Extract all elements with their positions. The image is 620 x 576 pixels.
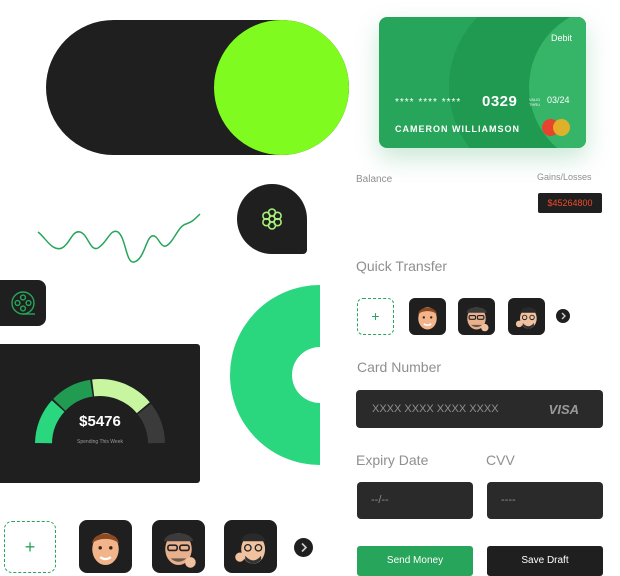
- memoji-avatar-icon: [466, 307, 489, 332]
- send-money-button[interactable]: Send Money: [357, 546, 473, 576]
- card-type: Debit: [550, 33, 572, 43]
- chevron-right-icon: [301, 542, 308, 553]
- gauge-caption: Spending This Week: [77, 439, 123, 445]
- half-donut-shape: [230, 285, 320, 465]
- card-valid-thru: VALID THRU: [529, 97, 541, 107]
- settings-drop-button[interactable]: [237, 184, 307, 254]
- card-masked-digits: **** **** ****: [395, 97, 462, 108]
- gains-label: Gains/Losses: [537, 172, 592, 182]
- contact-avatar-large-1[interactable]: [79, 520, 132, 573]
- add-contact-button-large[interactable]: +: [4, 521, 56, 573]
- sparkline-chart: [37, 213, 201, 263]
- mastercard-logo-yellow: [553, 119, 570, 136]
- gauge-value: $5476: [79, 413, 121, 430]
- toggle-knob[interactable]: [214, 20, 349, 155]
- contact-avatar-3[interactable]: [508, 298, 545, 335]
- memoji-avatar-icon: [418, 307, 437, 330]
- visa-logo: VISA: [548, 402, 579, 417]
- film-reel-button[interactable]: [0, 280, 46, 326]
- next-contacts-button-large[interactable]: [294, 538, 313, 557]
- gains-badge: $45264800: [538, 193, 602, 213]
- debit-card: Debit **** **** **** 0329 VALID THRU 03/…: [379, 17, 586, 148]
- expiry-date-input[interactable]: --/--: [357, 482, 473, 519]
- card-holder-name: CAMERON WILLIAMSON: [395, 124, 520, 134]
- memoji-avatar-icon: [235, 533, 266, 564]
- film-reel-icon: [11, 291, 35, 315]
- cvv-input[interactable]: ----: [487, 482, 603, 519]
- card-last-digits: 0329: [482, 93, 518, 110]
- save-draft-button[interactable]: Save Draft: [487, 546, 603, 576]
- card-number-label: Card Number: [357, 359, 442, 375]
- contact-avatar-2[interactable]: [458, 298, 495, 335]
- contact-avatar-large-3[interactable]: [224, 520, 277, 573]
- gauge-segment-3: [92, 379, 150, 414]
- add-contact-button[interactable]: +: [357, 298, 394, 335]
- balance-label: Balance: [356, 174, 393, 185]
- memoji-avatar-icon: [92, 533, 119, 566]
- quick-transfer-title: Quick Transfer: [356, 258, 448, 274]
- cvv-placeholder: ----: [501, 494, 516, 506]
- expiry-date-label: Expiry Date: [356, 452, 429, 468]
- card-expiry: 03/24: [547, 95, 570, 105]
- card-number-placeholder: XXXX XXXX XXXX XXXX: [372, 403, 499, 415]
- contact-avatar-1[interactable]: [409, 298, 446, 335]
- chevron-right-icon: [561, 312, 566, 320]
- card-number-input[interactable]: XXXX XXXX XXXX XXXX VISA: [356, 390, 603, 428]
- memoji-avatar-icon: [163, 533, 196, 568]
- flower-gear-icon: [262, 208, 282, 230]
- gauge-segment-2: [53, 379, 93, 411]
- expiry-placeholder: --/--: [371, 494, 389, 506]
- contact-avatar-large-2[interactable]: [152, 520, 205, 573]
- next-contacts-button[interactable]: [556, 309, 570, 323]
- cvv-label: CVV: [486, 452, 515, 468]
- memoji-avatar-icon: [515, 307, 537, 329]
